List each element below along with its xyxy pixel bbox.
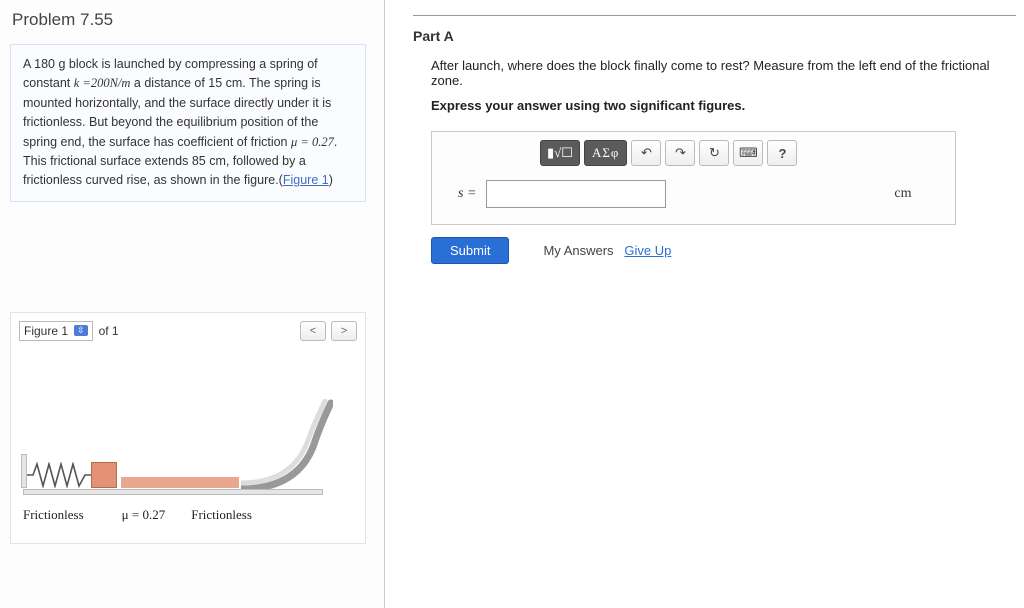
fig-label-mid: μ = 0.27 [122, 507, 166, 523]
stmt-end: ) [329, 173, 333, 187]
fig-label-right: Frictionless [191, 507, 252, 523]
variable-label: s = [458, 186, 476, 202]
figure-count: of 1 [99, 324, 119, 338]
figure-select-label: Figure 1 [24, 324, 68, 338]
my-answers-link[interactable]: My Answers [543, 243, 613, 258]
answer-box: ▮√☐ ΑΣφ ↶ ↷ ↻ ⌨ ? s = cm [431, 131, 956, 225]
problem-statement: A 180 g block is launched by compressing… [10, 44, 366, 202]
redo-button[interactable]: ↷ [665, 140, 695, 166]
problem-title: Problem 7.55 [10, 10, 366, 30]
submit-button[interactable]: Submit [431, 237, 509, 264]
part-a-heading: Part A [413, 28, 1016, 44]
curved-rise [241, 399, 333, 489]
spring-icon [27, 462, 91, 488]
answer-input[interactable] [486, 180, 666, 208]
k-expression: k =200N/m [74, 76, 131, 90]
keyboard-button[interactable]: ⌨ [733, 140, 763, 166]
greek-button[interactable]: ΑΣφ [584, 140, 627, 166]
ground [23, 489, 323, 495]
figure-next-button[interactable]: > [331, 321, 357, 341]
figure-link[interactable]: Figure 1 [283, 173, 329, 187]
figure-panel: Figure 1 ⇳ of 1 < > [10, 312, 366, 544]
block [91, 462, 117, 488]
divider [413, 15, 1016, 16]
templates-button[interactable]: ▮√☐ [540, 140, 580, 166]
part-a-question: After launch, where does the block final… [413, 58, 1016, 88]
unit-label: cm [894, 186, 911, 202]
mu-expression: μ = 0.27 [291, 135, 334, 149]
figure-canvas: Frictionless μ = 0.27 Frictionless [19, 375, 339, 535]
undo-button[interactable]: ↶ [631, 140, 661, 166]
figure-prev-button[interactable]: < [300, 321, 326, 341]
reset-button[interactable]: ↻ [699, 140, 729, 166]
help-button[interactable]: ? [767, 140, 797, 166]
figure-select[interactable]: Figure 1 ⇳ [19, 321, 93, 341]
formula-toolbar: ▮√☐ ΑΣφ ↶ ↷ ↻ ⌨ ? [432, 132, 955, 174]
fig-label-left: Frictionless [23, 507, 84, 523]
part-a-instruction: Express your answer using two significan… [413, 98, 1016, 113]
friction-zone [121, 477, 239, 488]
updown-icon: ⇳ [74, 325, 88, 336]
give-up-link[interactable]: Give Up [624, 243, 671, 258]
